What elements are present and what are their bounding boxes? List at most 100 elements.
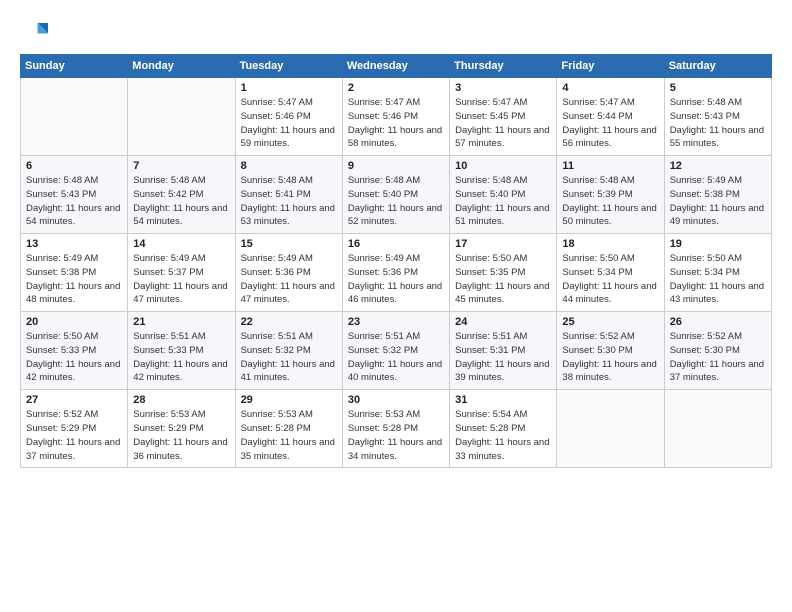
calendar-cell: 30 Sunrise: 5:53 AMSunset: 5:28 PMDayligh… [342, 390, 449, 468]
day-number: 9 [348, 160, 444, 172]
day-info: Sunrise: 5:48 AMSunset: 5:41 PMDaylight:… [241, 174, 337, 229]
week-row-1: 1 Sunrise: 5:47 AMSunset: 5:46 PMDaylight… [21, 78, 772, 156]
day-number: 12 [670, 160, 766, 172]
day-number: 15 [241, 238, 337, 250]
day-info: Sunrise: 5:51 AMSunset: 5:32 PMDaylight:… [241, 330, 337, 385]
day-number: 14 [133, 238, 229, 250]
day-number: 1 [241, 82, 337, 94]
calendar-cell: 2 Sunrise: 5:47 AMSunset: 5:46 PMDaylight… [342, 78, 449, 156]
day-number: 23 [348, 316, 444, 328]
calendar-cell: 13 Sunrise: 5:49 AMSunset: 5:38 PMDayligh… [21, 234, 128, 312]
day-number: 28 [133, 394, 229, 406]
day-info: Sunrise: 5:51 AMSunset: 5:32 PMDaylight:… [348, 330, 444, 385]
day-number: 31 [455, 394, 551, 406]
day-info: Sunrise: 5:50 AMSunset: 5:34 PMDaylight:… [562, 252, 658, 307]
day-info: Sunrise: 5:47 AMSunset: 5:46 PMDaylight:… [348, 96, 444, 151]
calendar-cell: 7 Sunrise: 5:48 AMSunset: 5:42 PMDaylight… [128, 156, 235, 234]
day-header-tuesday: Tuesday [235, 55, 342, 78]
day-number: 5 [670, 82, 766, 94]
calendar-cell: 25Sunrise: 5:52 AMSunset: 5:30 PMDayligh… [557, 312, 664, 390]
calendar-cell: 3Sunrise: 5:47 AMSunset: 5:45 PMDaylight… [450, 78, 557, 156]
day-number: 10 [455, 160, 551, 172]
calendar-header: SundayMondayTuesdayWednesdayThursdayFrid… [21, 55, 772, 78]
calendar-cell: 28 Sunrise: 5:53 AMSunset: 5:29 PMDayligh… [128, 390, 235, 468]
calendar-cell: 27Sunrise: 5:52 AMSunset: 5:29 PMDayligh… [21, 390, 128, 468]
day-info: Sunrise: 5:49 AMSunset: 5:36 PMDaylight:… [348, 252, 444, 307]
logo [20, 16, 52, 44]
calendar-cell: 23 Sunrise: 5:51 AMSunset: 5:32 PMDayligh… [342, 312, 449, 390]
day-number: 7 [133, 160, 229, 172]
day-header-wednesday: Wednesday [342, 55, 449, 78]
day-number: 21 [133, 316, 229, 328]
calendar-cell: 21 Sunrise: 5:51 AMSunset: 5:33 PMDayligh… [128, 312, 235, 390]
day-info: Sunrise: 5:51 AMSunset: 5:31 PMDaylight:… [455, 330, 551, 385]
day-info: Sunrise: 5:47 AMSunset: 5:45 PMDaylight:… [455, 96, 551, 151]
day-info: Sunrise: 5:51 AMSunset: 5:33 PMDaylight:… [133, 330, 229, 385]
day-info: Sunrise: 5:49 AMSunset: 5:36 PMDaylight:… [241, 252, 337, 307]
day-info: Sunrise: 5:48 AMSunset: 5:39 PMDaylight:… [562, 174, 658, 229]
header [20, 16, 772, 44]
day-info: Sunrise: 5:47 AMSunset: 5:44 PMDaylight:… [562, 96, 658, 151]
day-number: 22 [241, 316, 337, 328]
day-number: 17 [455, 238, 551, 250]
calendar-cell: 8 Sunrise: 5:48 AMSunset: 5:41 PMDaylight… [235, 156, 342, 234]
calendar-cell: 22 Sunrise: 5:51 AMSunset: 5:32 PMDayligh… [235, 312, 342, 390]
day-header-thursday: Thursday [450, 55, 557, 78]
day-number: 19 [670, 238, 766, 250]
day-number: 2 [348, 82, 444, 94]
day-number: 29 [241, 394, 337, 406]
day-info: Sunrise: 5:49 AMSunset: 5:38 PMDaylight:… [670, 174, 766, 229]
day-number: 6 [26, 160, 122, 172]
day-number: 24 [455, 316, 551, 328]
day-info: Sunrise: 5:50 AMSunset: 5:35 PMDaylight:… [455, 252, 551, 307]
calendar-cell [664, 390, 771, 468]
day-number: 30 [348, 394, 444, 406]
day-header-saturday: Saturday [664, 55, 771, 78]
day-info: Sunrise: 5:50 AMSunset: 5:34 PMDaylight:… [670, 252, 766, 307]
calendar-cell: 9Sunrise: 5:48 AMSunset: 5:40 PMDaylight… [342, 156, 449, 234]
day-number: 8 [241, 160, 337, 172]
calendar-cell: 20 Sunrise: 5:50 AMSunset: 5:33 PMDayligh… [21, 312, 128, 390]
calendar-cell: 6 Sunrise: 5:48 AMSunset: 5:43 PMDaylight… [21, 156, 128, 234]
day-number: 27 [26, 394, 122, 406]
day-info: Sunrise: 5:53 AMSunset: 5:28 PMDaylight:… [348, 408, 444, 463]
calendar-cell: 19 Sunrise: 5:50 AMSunset: 5:34 PMDayligh… [664, 234, 771, 312]
day-header-monday: Monday [128, 55, 235, 78]
day-number: 16 [348, 238, 444, 250]
calendar-cell: 12 Sunrise: 5:49 AMSunset: 5:38 PMDayligh… [664, 156, 771, 234]
day-number: 4 [562, 82, 658, 94]
day-number: 25 [562, 316, 658, 328]
day-number: 11 [562, 160, 658, 172]
calendar-cell: 29Sunrise: 5:53 AMSunset: 5:28 PMDayligh… [235, 390, 342, 468]
calendar-body: 1 Sunrise: 5:47 AMSunset: 5:46 PMDaylight… [21, 78, 772, 468]
day-info: Sunrise: 5:48 AMSunset: 5:43 PMDaylight:… [670, 96, 766, 151]
day-info: Sunrise: 5:50 AMSunset: 5:33 PMDaylight:… [26, 330, 122, 385]
calendar-cell [128, 78, 235, 156]
calendar-cell: 17 Sunrise: 5:50 AMSunset: 5:35 PMDayligh… [450, 234, 557, 312]
day-number: 20 [26, 316, 122, 328]
calendar-cell: 11 Sunrise: 5:48 AMSunset: 5:39 PMDayligh… [557, 156, 664, 234]
calendar-cell: 31 Sunrise: 5:54 AMSunset: 5:28 PMDayligh… [450, 390, 557, 468]
calendar-cell: 10 Sunrise: 5:48 AMSunset: 5:40 PMDayligh… [450, 156, 557, 234]
day-info: Sunrise: 5:52 AMSunset: 5:30 PMDaylight:… [670, 330, 766, 385]
day-info: Sunrise: 5:48 AMSunset: 5:43 PMDaylight:… [26, 174, 122, 229]
day-header-friday: Friday [557, 55, 664, 78]
calendar-cell: 26 Sunrise: 5:52 AMSunset: 5:30 PMDayligh… [664, 312, 771, 390]
day-info: Sunrise: 5:49 AMSunset: 5:38 PMDaylight:… [26, 252, 122, 307]
logo-icon [20, 16, 48, 44]
calendar-cell: 18Sunrise: 5:50 AMSunset: 5:34 PMDayligh… [557, 234, 664, 312]
page: SundayMondayTuesdayWednesdayThursdayFrid… [0, 0, 792, 612]
calendar-cell: 4 Sunrise: 5:47 AMSunset: 5:44 PMDaylight… [557, 78, 664, 156]
day-info: Sunrise: 5:48 AMSunset: 5:42 PMDaylight:… [133, 174, 229, 229]
day-info: Sunrise: 5:53 AMSunset: 5:29 PMDaylight:… [133, 408, 229, 463]
day-number: 26 [670, 316, 766, 328]
day-info: Sunrise: 5:48 AMSunset: 5:40 PMDaylight:… [455, 174, 551, 229]
day-header-sunday: Sunday [21, 55, 128, 78]
day-info: Sunrise: 5:54 AMSunset: 5:28 PMDaylight:… [455, 408, 551, 463]
calendar-cell: 16 Sunrise: 5:49 AMSunset: 5:36 PMDayligh… [342, 234, 449, 312]
week-row-2: 6 Sunrise: 5:48 AMSunset: 5:43 PMDaylight… [21, 156, 772, 234]
day-number: 13 [26, 238, 122, 250]
week-row-5: 27Sunrise: 5:52 AMSunset: 5:29 PMDayligh… [21, 390, 772, 468]
day-info: Sunrise: 5:49 AMSunset: 5:37 PMDaylight:… [133, 252, 229, 307]
calendar-cell: 1Sunrise: 5:47 AMSunset: 5:46 PMDaylight… [235, 78, 342, 156]
